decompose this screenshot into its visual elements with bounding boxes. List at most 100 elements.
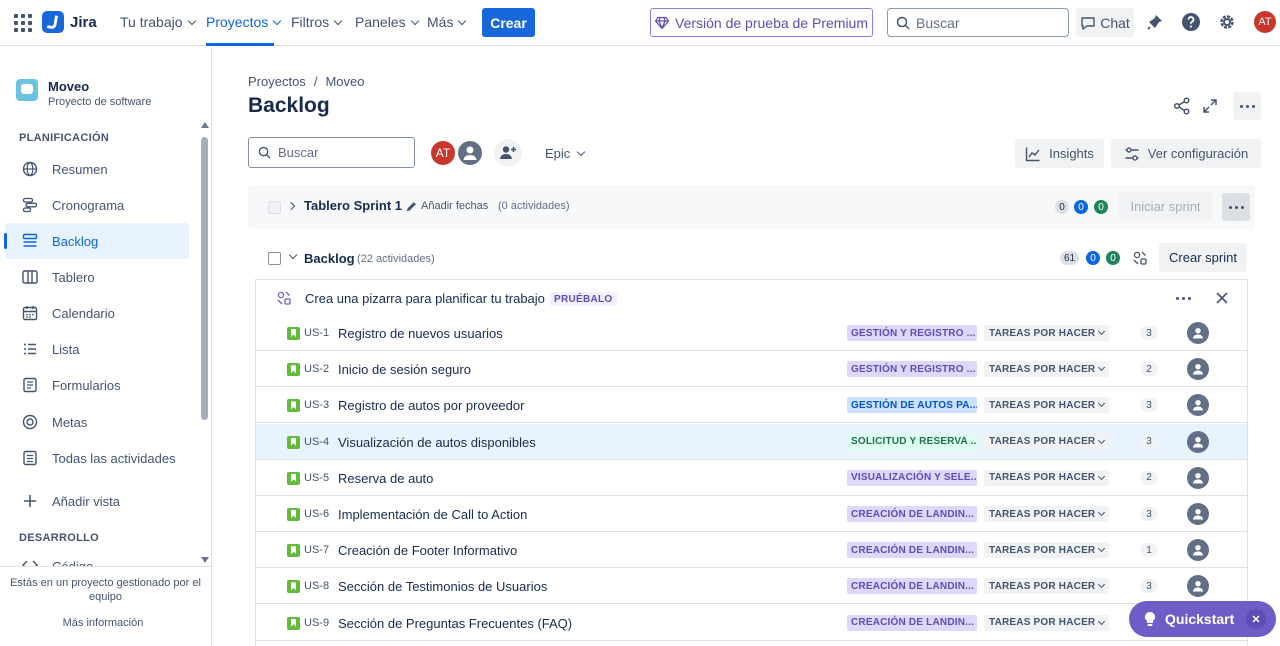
project-header[interactable]: Moveo Proyecto de software <box>16 79 151 108</box>
issue-summary[interactable]: Creación de Footer Informativo <box>338 543 517 558</box>
issue-key[interactable]: US-5 <box>304 472 329 484</box>
scroll-down-icon[interactable] <box>201 557 209 563</box>
issue-row[interactable]: US-8 Sección de Testimonios de Usuarios CR… <box>256 568 1247 605</box>
close-icon[interactable] <box>1215 291 1229 308</box>
sprint-name[interactable]: Tablero Sprint 1 <box>304 198 402 213</box>
epic-lozenge[interactable]: GESTIÓN DE AUTOS PA... <box>847 397 977 414</box>
assignee-avatar[interactable] <box>1187 503 1209 525</box>
issue-summary[interactable]: Visualización de autos disponibles <box>338 435 536 450</box>
help-icon[interactable] <box>1181 12 1201 32</box>
create-button[interactable]: Crear <box>482 8 535 37</box>
issue-key[interactable]: US-4 <box>304 436 329 448</box>
assignee-avatar[interactable] <box>1187 575 1209 598</box>
chevron-right-icon[interactable] <box>286 201 296 211</box>
assignee-avatar[interactable] <box>1187 322 1209 344</box>
nav-proyectos[interactable]: Proyectos <box>206 14 282 30</box>
epic-lozenge[interactable]: CREACIÓN DE LANDIN... <box>847 578 977 595</box>
status-dropdown[interactable]: TAREAS POR HACER <box>984 542 1110 559</box>
add-people-button[interactable] <box>494 139 522 167</box>
issue-key[interactable]: US-7 <box>304 544 329 556</box>
status-dropdown[interactable]: TAREAS POR HACER <box>984 614 1110 631</box>
epic-lozenge[interactable]: GESTIÓN Y REGISTRO ... <box>847 325 977 341</box>
sidebar-item-formularios[interactable]: Formularios <box>5 367 189 403</box>
assignee-avatar[interactable] <box>1187 358 1209 381</box>
status-dropdown[interactable]: TAREAS POR HACER <box>984 578 1110 595</box>
issue-summary[interactable]: Implementación de Call to Action <box>338 507 527 522</box>
epic-filter-dropdown[interactable]: Epic <box>545 146 586 161</box>
global-search-input[interactable]: Buscar <box>887 8 1069 37</box>
sidebar-item-metas[interactable]: Metas <box>5 404 189 440</box>
epic-lozenge[interactable]: CREACIÓN DE LANDIN... <box>847 542 977 559</box>
sidebar-item-lista[interactable]: Lista <box>5 331 189 367</box>
nav-filtros[interactable]: Filtros <box>291 14 343 30</box>
sidebar-item-tablero[interactable]: Tablero <box>5 259 189 295</box>
issue-row[interactable]: US-4 Visualización de autos disponibles SO… <box>256 423 1247 460</box>
create-sprint-button[interactable]: Crear sprint <box>1159 243 1247 272</box>
issue-row[interactable]: US-5 Reserva de auto VISUALIZACIÓN Y SELE.… <box>256 459 1247 496</box>
settings-gear-icon[interactable] <box>1217 12 1237 32</box>
more-actions-button[interactable] <box>1233 92 1261 120</box>
assignee-avatar[interactable] <box>1187 466 1209 489</box>
issue-key[interactable]: US-9 <box>304 617 329 629</box>
more-info-link[interactable]: Más información <box>0 617 206 629</box>
jira-logo[interactable]: Jira <box>42 11 97 33</box>
insights-button[interactable]: Insights <box>1015 139 1104 168</box>
close-icon[interactable] <box>1246 609 1266 629</box>
status-dropdown[interactable]: TAREAS POR HACER <box>984 325 1110 341</box>
start-sprint-button[interactable]: Iniciar sprint <box>1119 192 1212 221</box>
notifications-icon[interactable] <box>1145 12 1165 32</box>
profile-avatar[interactable]: AT <box>1254 11 1276 33</box>
chevron-down-icon[interactable] <box>288 250 298 260</box>
app-switcher-icon[interactable] <box>12 12 32 32</box>
quickstart-button[interactable]: Quickstart <box>1129 601 1276 637</box>
sprint-checkbox[interactable] <box>268 201 281 214</box>
epic-lozenge[interactable]: VISUALIZACIÓN Y SELE... <box>847 469 977 486</box>
promo-more-icon[interactable] <box>1176 297 1191 300</box>
issue-row[interactable]: US-7 Creación de Footer Informativo CREACI… <box>256 532 1247 569</box>
sidebar-item-todas-actividades[interactable]: Todas las actividades <box>5 440 189 476</box>
premium-trial-button[interactable]: Versión de prueba de Premium <box>650 8 873 37</box>
backlog-checkbox[interactable] <box>268 252 281 265</box>
expand-icon[interactable] <box>1198 94 1222 118</box>
assignee-avatar[interactable] <box>1187 394 1209 417</box>
epic-lozenge[interactable]: SOLICITUD Y RESERVA ... <box>847 433 977 450</box>
issue-row[interactable]: US-1 Registro de nuevos usuarios GESTIÓN Y… <box>256 315 1247 351</box>
sprint-more-button[interactable] <box>1222 193 1250 221</box>
sidebar-add-view[interactable]: Añadir vista <box>5 483 189 519</box>
breadcrumb-moveo[interactable]: Moveo <box>325 74 364 89</box>
status-dropdown[interactable]: TAREAS POR HACER <box>984 506 1110 522</box>
epic-lozenge[interactable]: CREACIÓN DE LANDIN... <box>847 506 977 522</box>
issue-summary[interactable]: Reserva de auto <box>338 471 433 486</box>
issue-summary[interactable]: Registro de autos por proveedor <box>338 398 524 413</box>
view-settings-button[interactable]: Ver configuración <box>1111 139 1261 168</box>
assignee-avatar[interactable] <box>1187 539 1209 562</box>
epic-lozenge[interactable]: CREACIÓN DE LANDIN... <box>847 614 977 631</box>
issue-row[interactable]: US-2 Inicio de sesión seguro GESTIÓN Y REG… <box>256 351 1247 388</box>
sidebar-item-resumen[interactable]: Resumen <box>5 151 189 187</box>
issue-row[interactable]: US-9 Sección de Preguntas Frecuentes (FAQ… <box>256 604 1247 641</box>
whiteboard-icon[interactable] <box>1131 249 1149 267</box>
user-avatar-filter[interactable]: AT <box>429 139 457 167</box>
breadcrumb-proyectos[interactable]: Proyectos <box>248 74 306 89</box>
issue-key[interactable]: US-8 <box>304 580 329 592</box>
status-dropdown[interactable]: TAREAS POR HACER <box>984 361 1110 378</box>
issue-summary[interactable]: Inicio de sesión seguro <box>338 362 471 377</box>
issue-row[interactable]: US-3 Registro de autos por proveedor GESTI… <box>256 387 1247 424</box>
epic-lozenge[interactable]: GESTIÓN Y REGISTRO ... <box>847 361 977 378</box>
assignee-avatar[interactable] <box>1187 430 1209 453</box>
scroll-up-icon[interactable] <box>201 122 209 128</box>
sidebar-item-backlog[interactable]: Backlog <box>4 223 189 259</box>
sidebar-item-cronograma[interactable]: Cronograma <box>5 187 189 223</box>
sidebar-item-calendario[interactable]: Calendario <box>5 295 189 331</box>
status-dropdown[interactable]: TAREAS POR HACER <box>984 469 1110 486</box>
nav-paneles[interactable]: Paneles <box>355 14 419 30</box>
backlog-search-input[interactable]: Buscar <box>248 137 415 168</box>
issue-key[interactable]: US-1 <box>304 327 329 339</box>
unassigned-avatar-filter[interactable] <box>456 139 484 167</box>
sidebar-scrollbar[interactable] <box>201 137 208 420</box>
issue-key[interactable]: US-3 <box>304 399 329 411</box>
issue-key[interactable]: US-2 <box>304 363 329 375</box>
issue-summary[interactable]: Registro de nuevos usuarios <box>338 326 503 341</box>
nav-mas[interactable]: Más <box>427 14 467 30</box>
issue-key[interactable]: US-6 <box>304 508 329 520</box>
